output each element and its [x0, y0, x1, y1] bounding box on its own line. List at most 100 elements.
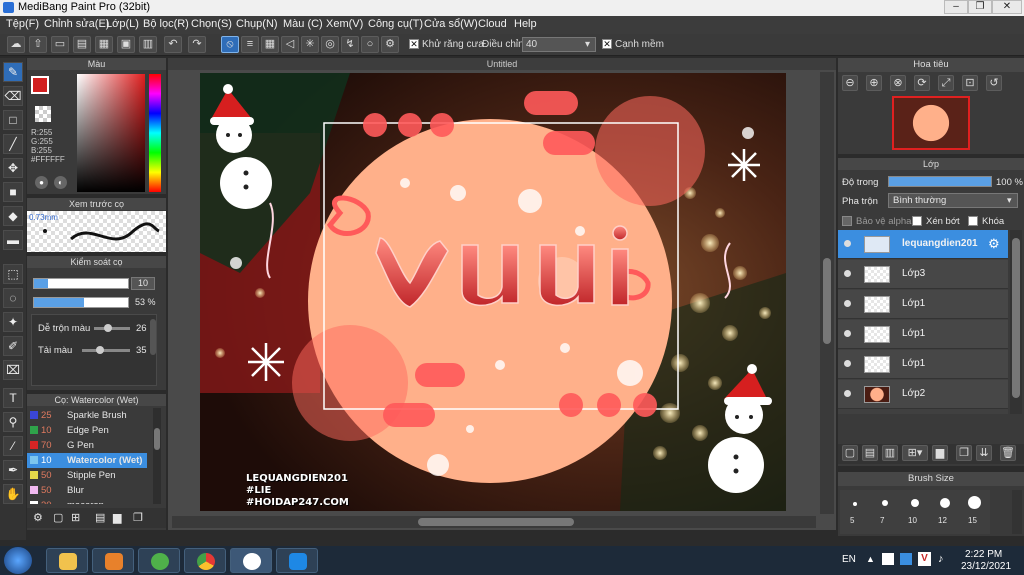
comment-icon[interactable]: ▭	[51, 36, 69, 53]
brush-item[interactable]: 70 G Pen	[27, 438, 147, 453]
volume-icon[interactable]: ♪	[938, 553, 944, 565]
layer-row[interactable]: Lớp3	[838, 260, 1008, 289]
layer-row[interactable]: Lớp1	[838, 350, 1008, 379]
tray-app-icon[interactable]	[900, 553, 912, 565]
brush-item[interactable]: 10 Edge Pen	[27, 423, 147, 438]
blend-mode-select[interactable]: Bình thường ▾	[888, 193, 1018, 208]
eraser-tool-icon[interactable]: ⌫	[3, 86, 23, 106]
menu-view[interactable]: Xem(V)	[326, 18, 363, 30]
taskbar-medibang[interactable]	[230, 548, 272, 573]
primary-color-swatch[interactable]	[31, 76, 49, 94]
snap-off-icon[interactable]: ⦸	[221, 36, 239, 53]
lock-checkbox[interactable]	[968, 216, 978, 226]
select-eraser-icon[interactable]: ⌧	[3, 360, 23, 380]
share-icon[interactable]: ⇧	[29, 36, 47, 53]
copy-brush-icon[interactable]: ▤	[95, 511, 105, 524]
document-icon[interactable]: ▦	[95, 36, 113, 53]
document-tab[interactable]: Untitled	[168, 58, 836, 70]
layer-list-scrollbar[interactable]	[1010, 230, 1022, 414]
menu-capture[interactable]: Chụp(N)	[236, 18, 278, 30]
layer-row-selected[interactable]: lequangdien201 ⚙	[838, 230, 1008, 259]
eyedropper-icon[interactable]: ⁄	[3, 436, 23, 456]
brush-size-option[interactable]: 7	[870, 490, 900, 534]
blend-slider[interactable]	[94, 324, 130, 332]
navigator-thumbnail[interactable]	[892, 96, 970, 150]
clock-time[interactable]: 2:22 PM	[965, 549, 1002, 560]
menu-cloud[interactable]: Cloud	[478, 18, 507, 30]
rotate-icon[interactable]: ⟳	[914, 75, 930, 91]
vanishing-snap-icon[interactable]: ◁	[281, 36, 299, 53]
saturation-value-picker[interactable]	[77, 74, 145, 192]
zoom-out-icon[interactable]: ⊖	[842, 75, 858, 91]
transparent-swatch[interactable]	[35, 106, 51, 122]
duplicate-icon[interactable]: ❐	[133, 511, 143, 524]
taskbar-zalo[interactable]	[276, 548, 318, 573]
taskbar-app[interactable]	[138, 548, 180, 573]
layer-opacity-slider[interactable]	[888, 176, 992, 187]
visibility-eye-icon[interactable]	[844, 390, 851, 397]
duplicate-layer-icon[interactable]: ❐	[956, 445, 972, 461]
brush-size-scrollbar[interactable]	[1012, 490, 1022, 534]
panel-icon[interactable]: ▥	[139, 36, 157, 53]
delete-layer-icon[interactable]: 🗑	[1000, 445, 1016, 461]
divide-tool-icon[interactable]: ⚲	[3, 412, 23, 432]
params-scrollbar[interactable]	[150, 319, 156, 355]
pen-tool-icon[interactable]: ✒	[3, 460, 23, 480]
vertical-scrollbar[interactable]	[820, 72, 834, 514]
protect-alpha-checkbox[interactable]	[842, 216, 852, 226]
artwork-canvas[interactable]: LEQUANGDIEN201 #LIE #HOIDAP247.COM	[200, 73, 786, 511]
size-slider[interactable]	[33, 278, 129, 289]
rect-tool-icon[interactable]: □	[3, 110, 23, 130]
cross-snap-icon[interactable]: ▦	[261, 36, 279, 53]
visibility-eye-icon[interactable]	[844, 330, 851, 337]
lasso-icon[interactable]: ◌	[3, 288, 23, 308]
redo-icon[interactable]: ↷	[188, 36, 206, 53]
add-layer-menu-icon[interactable]: ⊞▾	[902, 445, 928, 461]
settings-snap-icon[interactable]: ⚙	[381, 36, 399, 53]
hand-tool-icon[interactable]: ✋	[3, 484, 23, 504]
menu-select[interactable]: Chọn(S)	[191, 18, 232, 30]
menu-color[interactable]: Màu (C)	[283, 18, 323, 30]
parallel-snap-icon[interactable]: ≡	[241, 36, 259, 53]
restore-button[interactable]: ❐	[968, 0, 992, 14]
antialias-checkbox[interactable]: ✕	[409, 39, 419, 49]
actual-size-icon[interactable]: ⊡	[962, 75, 978, 91]
brush-item[interactable]: 50 Blur	[27, 483, 147, 498]
taskbar-explorer[interactable]	[46, 548, 88, 573]
brush-item[interactable]: 50 Stipple Pen	[27, 468, 147, 483]
layer-settings-gear-icon[interactable]: ⚙	[988, 236, 1000, 252]
start-button[interactable]	[4, 547, 32, 574]
new-1bit-layer-icon[interactable]: ▥	[882, 445, 898, 461]
rotate-reset-icon[interactable]: ↺	[986, 75, 1002, 91]
bucket-tool-icon[interactable]: ◆	[3, 206, 23, 226]
minimize-button[interactable]: –	[944, 0, 968, 14]
new-layer-icon[interactable]: ▢	[842, 445, 858, 461]
layer-row[interactable]: Lớp2	[838, 380, 1008, 409]
layer-row[interactable]: Lớp1	[838, 290, 1008, 319]
visibility-eye-icon[interactable]	[844, 300, 851, 307]
language-indicator[interactable]: EN	[842, 554, 856, 565]
layer-row[interactable]: Lớp1	[838, 320, 1008, 349]
select-pen-icon[interactable]: ✐	[3, 336, 23, 356]
refill-slider[interactable]	[82, 346, 130, 354]
magic-wand-icon[interactable]: ✦	[3, 312, 23, 332]
page-icon[interactable]: ▤	[73, 36, 91, 53]
merge-layer-icon[interactable]: ⇊	[976, 445, 992, 461]
gradient-tool-icon[interactable]: ▬	[3, 230, 23, 250]
menu-tools[interactable]: Công cụ(T)	[368, 18, 423, 30]
curve-snap-icon[interactable]: ↯	[341, 36, 359, 53]
fill-rect-tool-icon[interactable]: ■	[3, 182, 23, 202]
text-tool-icon[interactable]: T	[3, 388, 23, 408]
cloud-icon[interactable]: ☁	[7, 36, 25, 53]
taskbar-media[interactable]	[92, 548, 134, 573]
brush-item[interactable]: 25 Sparkle Brush	[27, 408, 147, 423]
close-button[interactable]: ✕	[992, 0, 1022, 14]
adjust-select[interactable]: 40 ▾	[522, 37, 596, 52]
add-brush-icon[interactable]: ⊞	[71, 511, 80, 524]
brush-size-option[interactable]: 15	[960, 490, 990, 534]
menu-file[interactable]: Tệp(F)	[6, 18, 39, 30]
new-halftone-layer-icon[interactable]: ▤	[862, 445, 878, 461]
size-value[interactable]: 10	[131, 277, 155, 290]
tray-flag-icon[interactable]	[882, 553, 894, 565]
folder-icon[interactable]: ▆	[932, 445, 948, 461]
